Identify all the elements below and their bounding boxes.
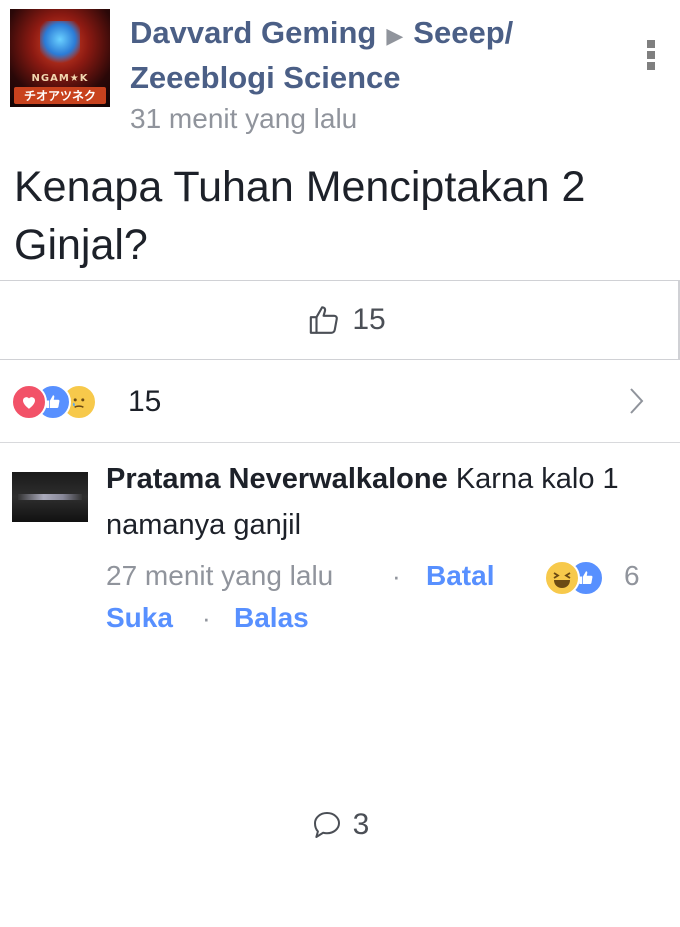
comment-count: 3 <box>352 808 370 841</box>
author-name[interactable]: Davvard Geming <box>130 15 376 50</box>
comment-text-block: Pratama Neverwalkalone Karna kalo 1 nama… <box>106 456 666 548</box>
comment-body: Pratama Neverwalkalone Karna kalo 1 nama… <box>106 456 666 548</box>
comment-reaction-count: 6 <box>624 560 640 591</box>
avatar-logo-bottom: チオアツネク <box>14 87 106 104</box>
reaction-icons <box>11 384 121 420</box>
action-bar: 15 3 <box>0 280 680 841</box>
thumbs-up-icon <box>310 306 339 334</box>
cancel-button[interactable]: Batal <box>426 556 494 596</box>
reaction-count: 15 <box>128 385 162 418</box>
avatar-logo-top: NGAM★K <box>31 73 89 84</box>
comment-meta: 27 menit yang lalu · Batal 6 <box>106 556 666 596</box>
reactions-summary[interactable]: 15 <box>0 360 680 443</box>
avatar-figure <box>40 21 80 67</box>
separator-dot: · <box>392 561 401 591</box>
author-line: Davvard Geming ▶ Seeep/ Zeeeblogi Science <box>130 12 610 99</box>
post-header: NGAM★K チオアツネク Davvard Geming ▶ Seeep/ Zeee… <box>0 0 680 150</box>
page-avatar[interactable]: NGAM★K チオアツネク <box>10 9 110 107</box>
post-text: Kenapa Tuhan Menciptakan 2 Ginjal? <box>14 163 586 269</box>
comment-reaction-icons[interactable] <box>544 560 614 596</box>
comment-button[interactable]: 3 <box>0 723 680 927</box>
post-timestamp[interactable]: 31 menit yang lalu <box>130 99 610 139</box>
comment-like-button[interactable]: Suka <box>106 598 173 638</box>
arrow-right-icon: ▶ <box>386 23 404 48</box>
comment-actions: Suka · Balas <box>106 598 506 638</box>
avatar-banner <box>18 494 82 500</box>
like-button[interactable]: 15 <box>0 281 680 359</box>
separator-dot: · <box>202 603 211 633</box>
chevron-right-icon[interactable] <box>626 386 646 416</box>
comment-icon <box>313 812 340 838</box>
haha-reaction-icon <box>544 560 580 596</box>
comment-item: Pratama Neverwalkalone Karna kalo 1 nama… <box>0 442 680 646</box>
post-title-block: Davvard Geming ▶ Seeep/ Zeeeblogi Science … <box>130 12 610 139</box>
more-options-icon[interactable] <box>647 40 657 70</box>
like-count: 15 <box>352 303 386 336</box>
reply-button[interactable]: Balas <box>234 598 309 638</box>
commenter-name[interactable]: Pratama Neverwalkalone <box>106 463 448 495</box>
commenter-avatar[interactable] <box>12 472 88 522</box>
love-reaction-icon <box>11 384 47 420</box>
comment-timestamp[interactable]: 27 menit yang lalu <box>106 556 333 596</box>
